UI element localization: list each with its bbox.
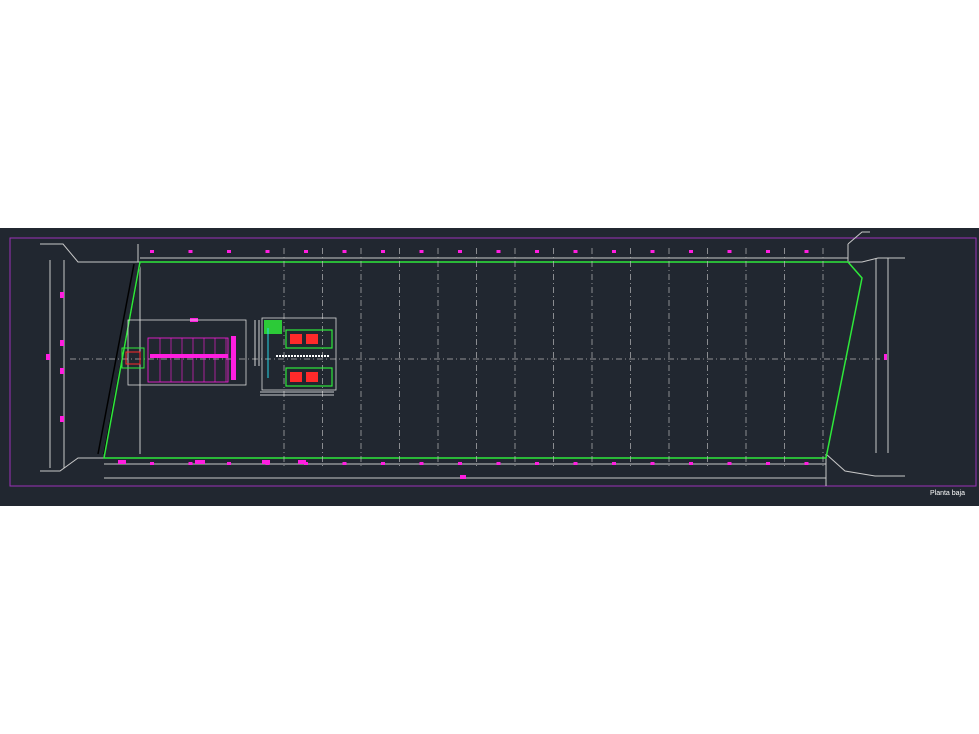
marker [650, 462, 655, 465]
marker [150, 250, 154, 253]
marker [496, 250, 501, 253]
marker [612, 462, 616, 465]
marker [46, 354, 50, 360]
marker [342, 462, 347, 465]
marker [804, 250, 809, 253]
marker [118, 460, 126, 464]
marker [766, 250, 770, 253]
cad-viewport[interactable]: Planta baja [0, 228, 979, 506]
marker [496, 462, 501, 465]
service-core [254, 317, 337, 396]
marker [227, 462, 231, 465]
marker [804, 462, 809, 465]
marker [188, 250, 193, 253]
marker [612, 250, 616, 253]
sheet-label: Planta baja [929, 490, 965, 497]
floor-plan-drawing [9, 231, 977, 487]
marker [60, 340, 64, 346]
stair-block [121, 319, 247, 386]
marker [535, 250, 539, 253]
marker [458, 250, 462, 253]
marker [150, 462, 154, 465]
marker [381, 462, 385, 465]
marker [458, 462, 462, 465]
marker [573, 462, 578, 465]
marker [573, 250, 578, 253]
column-grid [283, 248, 824, 468]
marker [419, 250, 424, 253]
marker [304, 250, 308, 253]
marker [884, 354, 887, 360]
green-perimeter [103, 261, 863, 459]
marker [60, 368, 64, 374]
marker [227, 250, 231, 253]
marker [195, 460, 205, 464]
sheet-frame [9, 237, 977, 487]
magenta-markers [46, 250, 887, 479]
marker [381, 250, 385, 253]
marker [60, 416, 64, 422]
marker [265, 250, 270, 253]
marker [342, 250, 347, 253]
marker [535, 462, 539, 465]
marker [689, 250, 693, 253]
marker [188, 462, 193, 465]
marker [727, 250, 732, 253]
marker [650, 250, 655, 253]
marker [727, 462, 732, 465]
marker [419, 462, 424, 465]
marker [262, 460, 270, 464]
marker [460, 475, 466, 479]
marker [60, 292, 64, 298]
marker [766, 462, 770, 465]
marker [689, 462, 693, 465]
marker [298, 460, 306, 464]
